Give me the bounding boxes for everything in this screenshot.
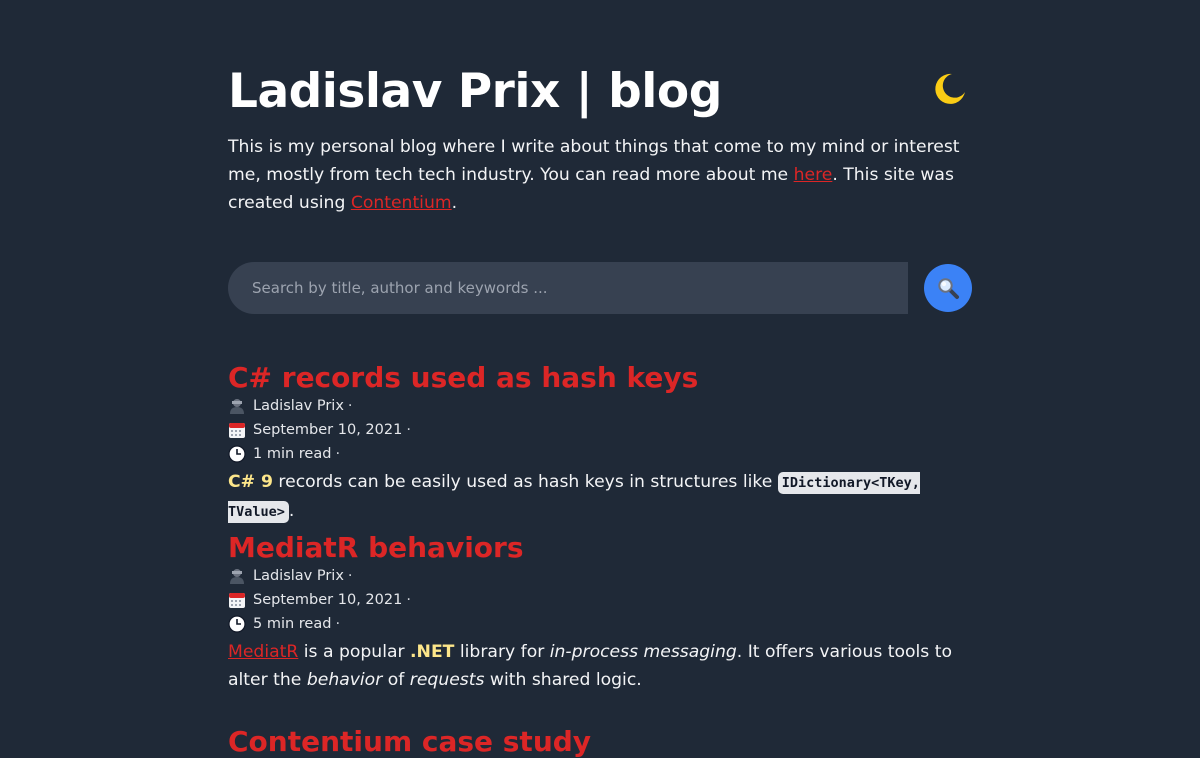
- moon-icon: [935, 73, 965, 104]
- post-item: C# records used as hash keys Ladislav Pr…: [228, 362, 972, 526]
- post-excerpt: MediatR is a popular .NET library for in…: [228, 642, 952, 690]
- post-title[interactable]: MediatR behaviors: [228, 532, 972, 564]
- clock-icon: [228, 615, 246, 633]
- search-button[interactable]: [924, 264, 972, 312]
- calendar-icon: [229, 423, 245, 438]
- contentium-link[interactable]: Contentium: [351, 193, 452, 213]
- post-author: Ladislav Prix ·: [228, 394, 972, 418]
- magnifier-icon: [938, 278, 959, 299]
- post-date: September 10, 2021 ·: [228, 418, 972, 442]
- about-me-link[interactable]: here: [794, 165, 833, 185]
- post-item: Contentium case study: [228, 726, 972, 758]
- site-title[interactable]: Ladislav Prix | blog: [228, 62, 722, 122]
- post-item: MediatR behaviors Ladislav Prix · Septemb…: [228, 532, 972, 694]
- post-date: September 10, 2021 ·: [228, 588, 972, 612]
- search-input[interactable]: [228, 262, 908, 314]
- post-title[interactable]: C# records used as hash keys: [228, 362, 972, 394]
- post-title[interactable]: Contentium case study: [228, 726, 972, 758]
- intro-text: This is my personal blog where I write a…: [228, 137, 960, 213]
- calendar-icon: [229, 593, 245, 608]
- person-icon: [230, 399, 244, 414]
- person-icon: [230, 569, 244, 584]
- theme-toggle-button[interactable]: [930, 70, 968, 108]
- post-excerpt: C# 9 records can be easily used as hash …: [228, 472, 920, 523]
- post-read-time: 5 min read ·: [228, 612, 972, 636]
- post-author: Ladislav Prix ·: [228, 564, 972, 588]
- post-read-time: 1 min read ·: [228, 442, 972, 466]
- clock-icon: [228, 445, 246, 463]
- mediatr-link[interactable]: MediatR: [228, 642, 298, 662]
